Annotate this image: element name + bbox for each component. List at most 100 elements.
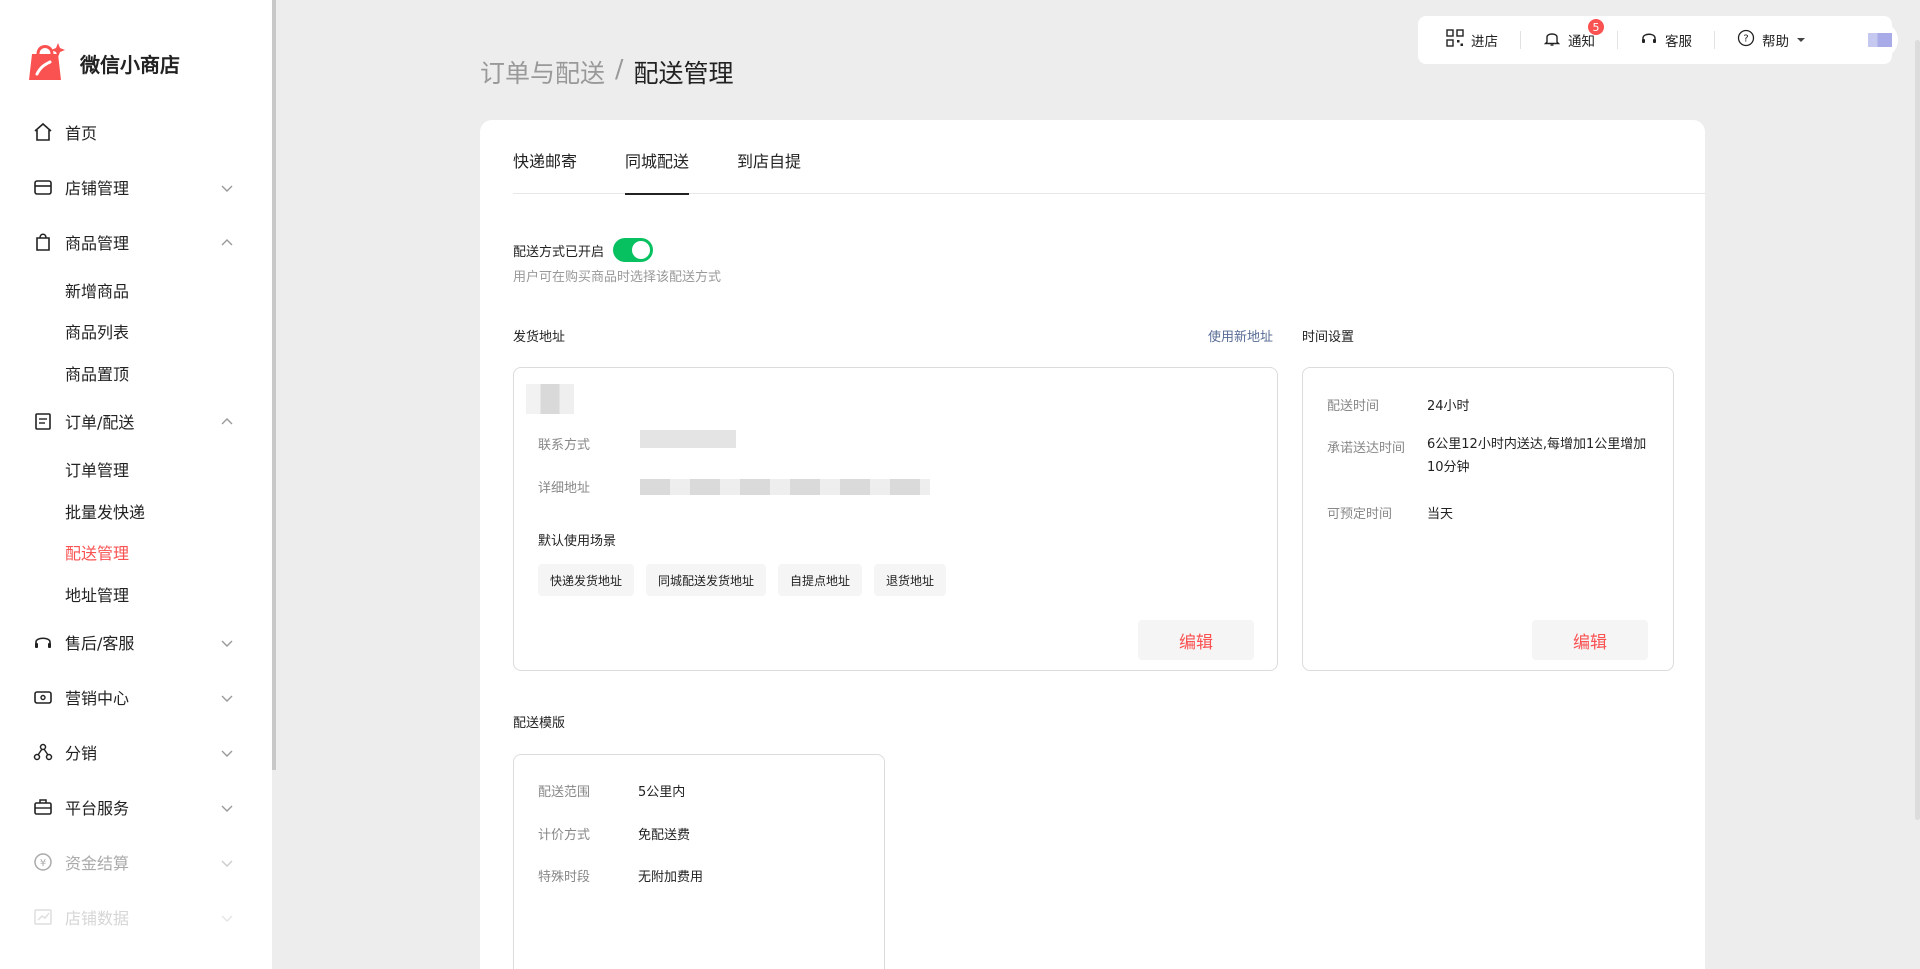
sidebar-item-distribution[interactable]: 分销 — [0, 725, 272, 780]
use-new-address-link[interactable]: 使用新地址 — [1208, 326, 1273, 345]
sidebar-nav: 首页 店铺管理 商品管理 新增商品 商品列表 商品置顶 订单/配送 订单管理 批… — [0, 104, 272, 945]
briefcase-icon — [32, 796, 54, 818]
chevron-down-icon — [220, 745, 234, 759]
pricing-row: 计价方式 免配送费 — [538, 824, 690, 843]
scene-tags: 快递发货地址 同城配送发货地址 自提点地址 退货地址 — [538, 564, 958, 596]
tag-pickup-address[interactable]: 自提点地址 — [778, 564, 863, 596]
tab-self-pickup[interactable]: 到店自提 — [737, 120, 801, 194]
bookable-time-label: 可预定时间 — [1327, 507, 1393, 522]
tab-same-city[interactable]: 同城配送 — [625, 120, 690, 195]
sidebar-item-settlement[interactable]: ¥ 资金结算 — [0, 835, 272, 890]
help-label: 帮助 — [1762, 34, 1789, 50]
sidebar-subitem-address-manage[interactable]: 地址管理 — [0, 573, 272, 615]
bookable-time-row: 可预定时间 当天 — [1327, 503, 1453, 522]
sidebar-item-orders[interactable]: 订单/配送 — [0, 394, 272, 449]
tag-express-address[interactable]: 快递发货地址 — [538, 564, 635, 596]
edit-address-button[interactable]: 编辑 — [1138, 620, 1254, 660]
avatar-image — [1868, 33, 1892, 47]
sidebar-subitem-delivery-manage[interactable]: 配送管理 — [0, 532, 272, 574]
sidebar-item-products[interactable]: 商品管理 — [0, 214, 272, 269]
sidebar-item-store-data[interactable]: 店铺数据 — [0, 890, 272, 945]
tag-return-address[interactable]: 退货地址 — [874, 564, 947, 596]
breadcrumb-parent[interactable]: 订单与配送 — [480, 54, 605, 90]
ticket-icon — [32, 686, 54, 708]
shop-bag-logo-icon — [28, 40, 66, 86]
chevron-up-icon — [220, 414, 234, 428]
sidebar-subitem-new-product[interactable]: 新增商品 — [0, 269, 272, 311]
template-box: 配送范围 5公里内 计价方式 免配送费 特殊时段 无附加费用 — [513, 754, 885, 969]
sidebar-item-aftersale[interactable]: 售后/客服 — [0, 615, 272, 670]
redacted-contact — [640, 430, 736, 448]
pricing-value: 免配送费 — [638, 828, 691, 843]
sidebar-item-label: 营销中心 — [65, 689, 130, 708]
sidebar-item-label: 订单/配送 — [65, 413, 135, 432]
promised-time-value: 6公里12小时内送达,每增加1公里增加10分钟 — [1427, 437, 1647, 475]
chevron-down-icon — [220, 800, 234, 814]
special-period-row: 特殊时段 无附加费用 — [538, 866, 703, 885]
edit-time-settings-button[interactable]: 编辑 — [1532, 620, 1648, 660]
store-icon — [32, 176, 54, 198]
range-label: 配送范围 — [538, 785, 591, 800]
delivery-time-value: 24小时 — [1427, 399, 1470, 414]
detail-address-label: 详细地址 — [538, 481, 591, 496]
special-period-label: 特殊时段 — [538, 870, 591, 885]
delivery-toggle-description: 用户可在购买商品时选择该配送方式 — [513, 270, 722, 285]
default-scene-title: 默认使用场景 — [538, 534, 617, 549]
home-icon — [32, 121, 54, 143]
delivery-enabled-toggle[interactable] — [613, 238, 654, 262]
sidebar-item-marketing[interactable]: 营销中心 — [0, 670, 272, 725]
range-value: 5公里内 — [638, 785, 686, 800]
enter-store-button[interactable]: 进店 — [1446, 29, 1498, 51]
notification-button[interactable]: 通知 5 — [1543, 18, 1605, 51]
page-scrollbar[interactable] — [1915, 40, 1920, 820]
promised-time-label: 承诺送达时间 — [1327, 441, 1406, 456]
clipboard-icon — [32, 410, 54, 432]
divider — [1617, 31, 1618, 49]
sidebar-item-platform-services[interactable]: 平台服务 — [0, 780, 272, 835]
tag-same-city-address[interactable]: 同城配送发货地址 — [646, 564, 767, 596]
sidebar-subitem-batch-express[interactable]: 批量发快递 — [0, 490, 272, 532]
delivery-toggle-label: 配送方式已开启 — [513, 244, 605, 260]
user-avatar[interactable] — [1862, 22, 1898, 58]
sidebar-item-store[interactable]: 店铺管理 — [0, 159, 272, 214]
delivery-time-label: 配送时间 — [1327, 399, 1380, 414]
sidebar-item-label: 分销 — [65, 744, 98, 763]
chevron-down-icon — [220, 180, 234, 194]
sidebar-item-label: 售后/客服 — [65, 634, 135, 653]
chevron-down-icon — [220, 910, 234, 924]
notification-count-badge: 5 — [1587, 18, 1605, 36]
divider — [1714, 31, 1715, 49]
delivery-tabs: 快递邮寄 同城配送 到店自提 — [513, 120, 1705, 195]
contact-row: 联系方式 — [538, 434, 590, 453]
svg-text:¥: ¥ — [40, 858, 46, 869]
sidebar-subitem-product-list[interactable]: 商品列表 — [0, 311, 272, 353]
sidebar-subitem-order-manage[interactable]: 订单管理 — [0, 449, 272, 491]
delivery-settings-card: 快递邮寄 同城配送 到店自提 配送方式已开启 用户可在购买商品时选择该配送方式 … — [480, 120, 1705, 969]
app-logo[interactable]: 微信小商店 — [28, 40, 180, 86]
share-icon — [32, 741, 54, 763]
sidebar-item-label: 店铺管理 — [65, 178, 130, 198]
chevron-down-icon — [220, 635, 234, 649]
range-row: 配送范围 5公里内 — [538, 781, 685, 800]
chevron-down-icon — [220, 690, 234, 704]
help-button[interactable]: ? 帮助 — [1737, 29, 1806, 51]
time-settings-box: 配送时间 24小时 承诺送达时间 6公里12小时内送达,每增加1公里增加10分钟… — [1302, 367, 1674, 671]
svg-text:?: ? — [1743, 34, 1748, 45]
address-box: 联系方式 详细地址 默认使用场景 快递发货地址 同城配送发货地址 自提点地址 退… — [513, 367, 1278, 671]
tab-express[interactable]: 快递邮寄 — [513, 120, 577, 194]
special-period-value: 无附加费用 — [638, 870, 704, 885]
bag-icon — [32, 231, 54, 253]
sidebar-item-home[interactable]: 首页 — [0, 104, 272, 159]
chevron-up-icon — [220, 235, 234, 249]
sidebar-item-label: 首页 — [65, 123, 98, 143]
redacted-name — [526, 384, 574, 414]
sidebar-scrollbar[interactable] — [272, 0, 276, 770]
customer-service-button[interactable]: 客服 — [1640, 29, 1692, 51]
breadcrumb: 订单与配送 / 配送管理 — [480, 54, 733, 90]
delivery-toggle-row: 配送方式已开启 — [513, 238, 654, 262]
app-name: 微信小商店 — [80, 52, 180, 77]
chart-icon — [32, 906, 54, 928]
sidebar-subitem-product-pin[interactable]: 商品置顶 — [0, 352, 272, 394]
pricing-label: 计价方式 — [538, 828, 591, 843]
breadcrumb-separator: / — [615, 54, 624, 83]
